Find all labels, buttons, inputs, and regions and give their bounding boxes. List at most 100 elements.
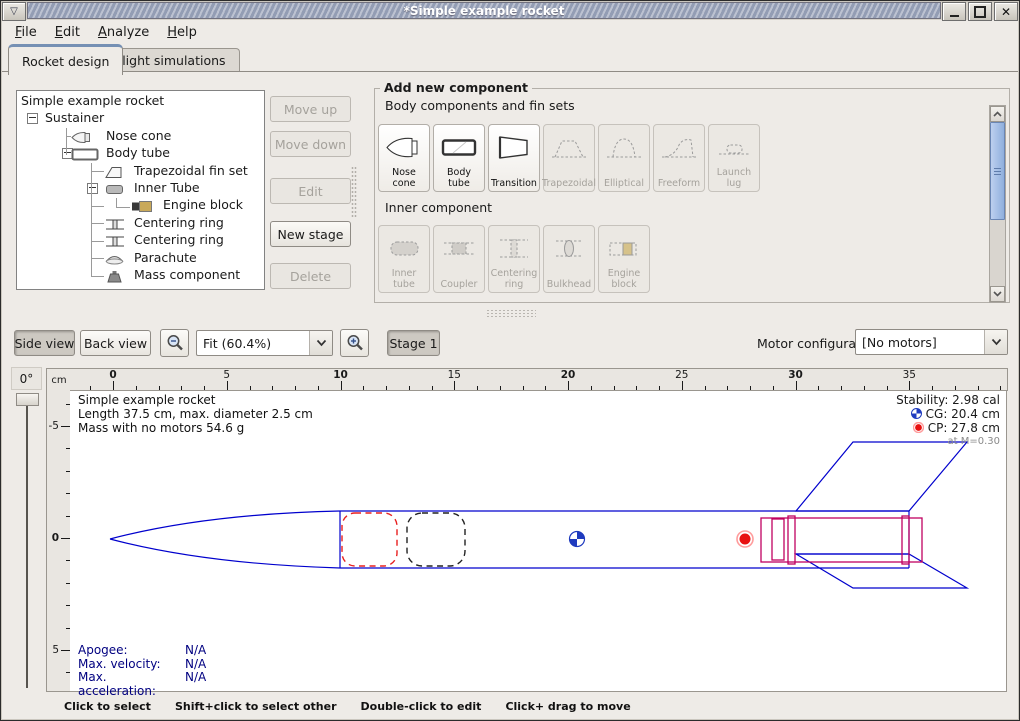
component-tree-panel[interactable]: Simple example rocketSustainerNose coneB…: [16, 90, 265, 290]
tree-item-centering-ring[interactable]: Centering ring: [17, 214, 264, 231]
tree-item-sustainer[interactable]: Sustainer: [17, 109, 264, 126]
minimize-button[interactable]: [942, 2, 966, 21]
add-component-group: Add new component Body components and fi…: [374, 88, 1010, 303]
tree-expander-icon[interactable]: [27, 113, 38, 124]
tree-item-simple-example-rocket[interactable]: Simple example rocket: [17, 92, 264, 109]
motor-select-arrow[interactable]: [984, 330, 1007, 354]
rocket-info-text: Simple example rocket Length 37.5 cm, ma…: [78, 394, 313, 435]
component-button-label: Trapezoidal: [542, 179, 596, 190]
component-button-label: Centering ring: [491, 269, 538, 290]
new-stage-button[interactable]: New stage: [270, 221, 351, 247]
centering-ring-front-outline[interactable]: [788, 516, 795, 564]
maximize-button[interactable]: [968, 2, 992, 21]
cp-value: CP: 27.8 cm: [896, 422, 1000, 436]
flight-data: Apogee:N/AMax. velocity:N/AMax. accelera…: [78, 644, 206, 698]
tab-rocket-design[interactable]: Rocket design: [8, 44, 123, 75]
component-button-label: Engine block: [608, 269, 641, 290]
menu-file[interactable]: File: [6, 22, 46, 43]
elliptical-fin-icon: [605, 134, 643, 165]
rocket-canvas[interactable]: Simple example rocket Length 37.5 cm, ma…: [70, 390, 1007, 692]
component-button-nose-cone[interactable]: Nose cone: [378, 124, 430, 192]
rotation-slider-track[interactable]: [26, 404, 28, 688]
component-button-freeform: Freeform: [653, 124, 705, 192]
zoom-level-value: Fit (60.4%): [197, 336, 309, 351]
delete-button: Delete: [270, 263, 351, 289]
component-button-label: Launch lug: [717, 168, 751, 189]
body-tube-outline[interactable]: [340, 511, 909, 568]
parachute-outline[interactable]: [342, 513, 397, 566]
close-button[interactable]: ✕: [994, 2, 1018, 21]
window-title: *Simple example rocket: [404, 5, 565, 17]
horizontal-ruler: 05101520253035: [70, 368, 1008, 391]
move-down-button: Move down: [270, 131, 351, 157]
trapezoidal-fin-icon: [550, 134, 588, 165]
bulkhead-icon: [550, 235, 588, 266]
tree-item-centering-ring[interactable]: Centering ring: [17, 231, 264, 248]
titlebar-stripes: *Simple example rocket: [27, 2, 941, 19]
tree-item-label: Inner Tube: [134, 179, 200, 196]
zoom-in-button[interactable]: [340, 329, 369, 357]
menu-help[interactable]: Help: [158, 22, 206, 43]
tree-item-label: Trapezoidal fin set: [134, 162, 248, 179]
move-up-button: Move up: [270, 96, 351, 122]
scrollbar-thumb[interactable]: [990, 122, 1005, 220]
flight-label: Apogee:: [78, 644, 185, 658]
component-button-transition[interactable]: Transition: [488, 124, 540, 192]
fin-set-outline[interactable]: [796, 442, 967, 588]
component-button-body-tube[interactable]: Body tube: [433, 124, 485, 192]
flight-value: N/A: [185, 644, 206, 658]
back-view-button[interactable]: Back view: [80, 330, 151, 356]
horizontal-splitter-handle[interactable]: [486, 309, 536, 318]
window-menu-button[interactable]: ▽: [2, 2, 26, 21]
stage-1-toggle[interactable]: Stage 1: [387, 330, 440, 356]
tree-item-nose-cone[interactable]: Nose cone: [17, 127, 264, 144]
centering-ring-rear-outline[interactable]: [902, 516, 909, 564]
zoom-out-button[interactable]: [160, 329, 189, 357]
side-view-button[interactable]: Side view: [14, 330, 75, 356]
scroll-up-button[interactable]: [990, 106, 1005, 122]
component-scrollbar[interactable]: [989, 105, 1006, 303]
zoom-level-select[interactable]: Fit (60.4%): [196, 330, 333, 356]
cg-marker: [570, 532, 585, 547]
component-button-bulkhead: Bulkhead: [543, 225, 595, 293]
vertical-splitter-handle[interactable]: [351, 166, 357, 218]
nose-cone-outline[interactable]: [110, 511, 340, 568]
tree-item-label: Centering ring: [134, 214, 224, 231]
tree-item-engine-block[interactable]: Engine block: [17, 196, 264, 213]
component-button-coupler: Coupler: [433, 225, 485, 293]
menu-edit[interactable]: Edit: [46, 22, 89, 43]
maximize-icon: [974, 6, 986, 18]
rocket-drawing: [70, 391, 1006, 691]
tree-item-trapezoidal-fin-set[interactable]: Trapezoidal fin set: [17, 162, 264, 179]
component-button-label: Nose cone: [392, 168, 416, 189]
flight-value: N/A: [185, 658, 206, 672]
tree-item-body-tube[interactable]: Body tube: [17, 144, 264, 161]
tree-expander-icon[interactable]: [87, 183, 98, 194]
component-button-launch-lug: Launch lug: [708, 124, 760, 192]
tree-item-mass-component[interactable]: Mass component: [17, 266, 264, 283]
back-view-label: Back view: [84, 336, 147, 351]
engine-block-outline[interactable]: [772, 519, 784, 560]
rotation-slider-handle[interactable]: [16, 393, 39, 406]
centering-ring-icon: [495, 235, 533, 266]
inner-tube-outline[interactable]: [761, 518, 922, 562]
motor-configuration-select[interactable]: [No motors]: [855, 329, 1008, 355]
zoom-select-arrow[interactable]: [309, 331, 332, 355]
tree-item-label: Parachute: [134, 249, 197, 266]
mass-component-outline[interactable]: [407, 513, 465, 566]
ruler-label: 25: [675, 369, 688, 381]
tree-item-inner-tube[interactable]: Inner Tube: [17, 179, 264, 196]
tree-connector-line: [91, 258, 104, 259]
tree-item-label: Simple example rocket: [21, 92, 164, 109]
tree-item-label: Body tube: [106, 144, 170, 161]
component-button-trapezoidal: Trapezoidal: [543, 124, 595, 192]
cg-legend-icon: [911, 408, 922, 419]
scroll-down-button[interactable]: [990, 286, 1005, 302]
stability-value: Stability: 2.98 cal: [896, 394, 1000, 408]
stage-1-label: Stage 1: [389, 336, 437, 351]
tree-item-label: Nose cone: [106, 127, 171, 144]
menu-analyze[interactable]: Analyze: [89, 22, 158, 43]
side-view-label: Side view: [15, 336, 75, 351]
tree-item-parachute[interactable]: Parachute: [17, 249, 264, 266]
component-button-centering-ring: Centering ring: [488, 225, 540, 293]
